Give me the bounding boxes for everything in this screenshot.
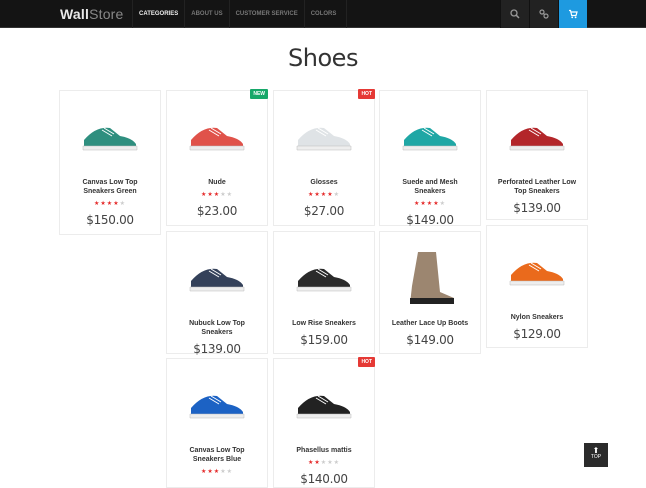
star-icon: ★ [226, 469, 233, 475]
product-name[interactable]: Suede and Mesh Sneakers [380, 178, 480, 196]
product-price: $27.00 [303, 204, 345, 218]
menu-colors[interactable]: Colors [303, 0, 348, 28]
product-card[interactable]: Canvas Low Top Sneakers Blue ★★★★★ [166, 358, 268, 488]
logo[interactable]: WallStore [60, 6, 124, 22]
product-card[interactable]: Nubuck Low Top Sneakers $139.00 [166, 231, 268, 356]
link-icon [539, 9, 549, 19]
product-name[interactable]: Low Rise Sneakers [274, 319, 374, 328]
product-image[interactable] [60, 99, 160, 174]
product-name[interactable]: Leather Lace Up Boots [380, 319, 480, 328]
star-icon: ★ [439, 201, 446, 207]
product-card[interactable]: Phasellus mattis ★★★★★ $140.00 HOT [273, 357, 375, 488]
product-price: $149.00 [406, 333, 454, 347]
product-price: $159.00 [300, 333, 348, 347]
menu-about-us[interactable]: About Us [184, 0, 228, 28]
main-menu: Categories About Us Customer Service Col… [132, 0, 348, 28]
arrow-up-icon: ⬆ [592, 446, 600, 455]
product-card[interactable]: Leather Lace Up Boots $149.00 [379, 231, 481, 354]
product-name[interactable]: Glosses [274, 178, 374, 187]
product-image[interactable] [487, 99, 587, 174]
star-icon: ★ [333, 460, 340, 466]
new-badge: NEW [250, 89, 268, 99]
product-card[interactable]: Nylon Sneakers $129.00 [486, 225, 588, 348]
product-image[interactable] [274, 240, 374, 315]
product-name[interactable]: Nubuck Low Top Sneakers [167, 319, 267, 337]
menu-categories[interactable]: Categories [132, 0, 184, 28]
product-price: $129.00 [513, 327, 561, 341]
cart-icon [569, 9, 578, 19]
rating-stars: ★★★★★ [60, 200, 160, 208]
menu-customer-service[interactable]: Customer Service [228, 0, 304, 28]
back-to-top-button[interactable]: ⬆ TOP [584, 443, 608, 467]
star-icon: ★ [226, 192, 233, 198]
link-button[interactable] [529, 0, 558, 28]
product-image[interactable] [274, 99, 374, 174]
star-icon: ★ [333, 192, 340, 198]
page-title: Shoes [288, 44, 358, 72]
rating-stars: ★★★★★ [167, 468, 267, 476]
product-card[interactable]: Canvas Low Top Sneakers Green ★★★★★ $150.0… [59, 90, 161, 235]
product-price: $139.00 [193, 342, 241, 356]
hot-badge: HOT [358, 89, 375, 99]
product-image[interactable] [380, 240, 480, 315]
search-icon [510, 9, 520, 19]
product-image[interactable] [167, 99, 267, 174]
product-price: $140.00 [300, 472, 348, 486]
product-image[interactable] [380, 99, 480, 174]
product-image[interactable] [167, 367, 267, 442]
product-price: $149.00 [406, 213, 454, 227]
search-button[interactable] [500, 0, 529, 28]
product-name[interactable]: Nude [167, 178, 267, 187]
product-name[interactable]: Nylon Sneakers [487, 313, 587, 322]
product-name[interactable]: Perforated Leather Low Top Sneakers [487, 178, 587, 196]
top-navbar: WallStore Categories About Us Customer S… [0, 0, 646, 28]
rating-stars: ★★★★★ [380, 200, 480, 208]
product-image[interactable] [167, 240, 267, 315]
product-name[interactable]: Canvas Low Top Sneakers Blue [167, 446, 267, 464]
product-image[interactable] [487, 234, 587, 309]
star-icon: ★ [119, 201, 126, 207]
product-price: $139.00 [513, 201, 561, 215]
product-image[interactable] [274, 367, 374, 442]
product-card[interactable]: Nude ★★★★★ $23.00 NEW [166, 89, 268, 226]
product-card[interactable]: Glosses ★★★★★ $27.00 HOT [273, 89, 375, 226]
hot-badge: HOT [358, 357, 375, 367]
product-price: $150.00 [86, 213, 134, 227]
product-price: $23.00 [196, 204, 238, 218]
product-card[interactable]: Perforated Leather Low Top Sneakers $139.… [486, 90, 588, 220]
product-card[interactable]: Suede and Mesh Sneakers ★★★★★ $149.00 [379, 90, 481, 227]
cart-button[interactable] [558, 0, 587, 28]
rating-stars: ★★★★★ [274, 459, 374, 467]
product-card[interactable]: Low Rise Sneakers $159.00 [273, 231, 375, 354]
rating-stars: ★★★★★ [274, 191, 374, 199]
product-name[interactable]: Canvas Low Top Sneakers Green [60, 178, 160, 196]
rating-stars: ★★★★★ [167, 191, 267, 199]
product-name[interactable]: Phasellus mattis [274, 446, 374, 455]
